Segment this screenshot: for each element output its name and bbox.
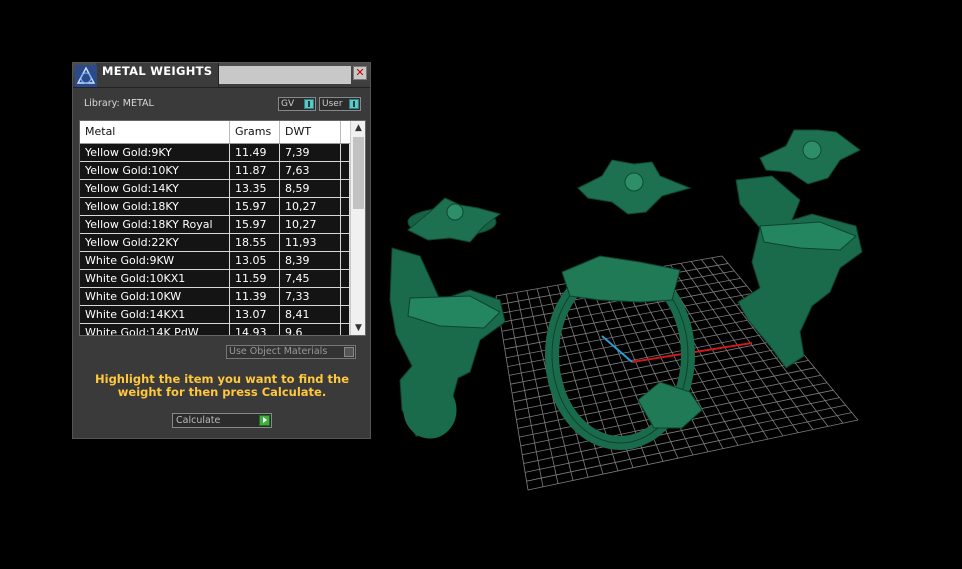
cell-metal: Yellow Gold:22KY — [80, 234, 230, 251]
table-row[interactable]: Yellow Gold:18KY 15.97 10,27 — [80, 198, 350, 216]
title-bar[interactable]: METAL WEIGHTS ✕ — [73, 63, 370, 88]
table-row[interactable]: White Gold:14KX1 13.07 8,41 — [80, 306, 350, 324]
y-axis-line — [601, 335, 633, 363]
toggle-knob-icon — [349, 99, 359, 109]
table-row[interactable]: Yellow Gold:22KY 18.55 11,93 — [80, 234, 350, 252]
cell-dwt: 8,59 — [280, 180, 341, 197]
toggle-knob-icon — [304, 99, 314, 109]
cell-grams: 15.97 — [230, 216, 280, 233]
cell-grams: 11.59 — [230, 270, 280, 287]
cell-metal: White Gold:10KX1 — [80, 270, 230, 287]
cell-spacer — [341, 144, 350, 161]
user-toggle-label: User — [322, 99, 343, 109]
cell-dwt: 7,45 — [280, 270, 341, 287]
table-row[interactable]: White Gold:14K PdW 14.93 9,6 — [80, 324, 350, 335]
cell-dwt: 9,6 — [280, 324, 341, 335]
cell-spacer — [341, 324, 350, 335]
cell-metal: Yellow Gold:14KY — [80, 180, 230, 197]
table-scrollbar[interactable]: ▲ ▼ — [350, 121, 365, 335]
cell-metal: Yellow Gold:18KY Royal — [80, 216, 230, 233]
table-row[interactable]: Yellow Gold:18KY Royal 15.97 10,27 — [80, 216, 350, 234]
table-row[interactable]: Yellow Gold:10KY 11.87 7,63 — [80, 162, 350, 180]
cell-dwt: 7,33 — [280, 288, 341, 305]
cell-grams: 11.87 — [230, 162, 280, 179]
library-label: Library: METAL — [84, 98, 154, 109]
ring-model-left — [389, 247, 506, 439]
cell-spacer — [341, 306, 350, 323]
scroll-down-icon[interactable]: ▼ — [351, 321, 365, 335]
title-bar-fill — [219, 66, 351, 84]
cell-metal: White Gold:9KW — [80, 252, 230, 269]
user-toggle[interactable]: User — [319, 97, 361, 111]
cell-grams: 13.05 — [230, 252, 280, 269]
gv-toggle-label: GV — [281, 99, 295, 109]
column-header-grams[interactable]: Grams — [230, 121, 280, 143]
use-object-materials-toggle[interactable]: Use Object Materials — [226, 345, 356, 359]
cell-grams: 13.35 — [230, 180, 280, 197]
cell-grams: 13.07 — [230, 306, 280, 323]
cell-dwt: 8,39 — [280, 252, 341, 269]
cell-metal: White Gold:14K PdW — [80, 324, 230, 335]
cell-dwt: 10,27 — [280, 216, 341, 233]
table-row[interactable]: Yellow Gold:14KY 13.35 8,59 — [80, 180, 350, 198]
calculate-button[interactable]: Calculate — [172, 413, 272, 428]
cell-spacer — [341, 198, 350, 215]
cell-grams: 11.39 — [230, 288, 280, 305]
cell-metal: White Gold:14KX1 — [80, 306, 230, 323]
cell-spacer — [341, 234, 350, 251]
table-row[interactable]: Yellow Gold:9KY 11.49 7,39 — [80, 144, 350, 162]
cell-spacer — [341, 270, 350, 287]
ring-model-right — [735, 175, 863, 369]
cell-metal: Yellow Gold:9KY — [80, 144, 230, 161]
scroll-up-icon[interactable]: ▲ — [351, 121, 365, 135]
window-title: METAL WEIGHTS — [102, 64, 213, 78]
cell-spacer — [341, 252, 350, 269]
table-body: Yellow Gold:9KY 11.49 7,39 Yellow Gold:10KY… — [80, 144, 350, 335]
cell-grams: 18.55 — [230, 234, 280, 251]
table-row[interactable]: White Gold:9KW 13.05 8,39 — [80, 252, 350, 270]
flower-ornament-center — [577, 159, 692, 215]
table-header: Metal Grams DWT — [80, 121, 350, 144]
gv-toggle[interactable]: GV — [278, 97, 316, 111]
use-object-materials-label: Use Object Materials — [229, 346, 328, 357]
cell-grams: 14.93 — [230, 324, 280, 335]
cell-spacer — [341, 216, 350, 233]
metal-weights-panel: METAL WEIGHTS ✕ Library: METAL GV User M… — [72, 62, 371, 439]
app-logo-icon — [75, 65, 97, 87]
column-header-metal[interactable]: Metal — [80, 121, 230, 143]
cell-dwt: 8,41 — [280, 306, 341, 323]
column-header-dwt[interactable]: DWT — [280, 121, 341, 143]
toggle-knob-icon — [344, 347, 354, 357]
cell-metal: Yellow Gold:18KY — [80, 198, 230, 215]
cell-dwt: 10,27 — [280, 198, 341, 215]
table-row[interactable]: White Gold:10KX1 11.59 7,45 — [80, 270, 350, 288]
cell-grams: 15.97 — [230, 198, 280, 215]
metal-table: Metal Grams DWT Yellow Gold:9KY 11.49 7,39… — [79, 120, 366, 336]
cell-dwt: 7,63 — [280, 162, 341, 179]
cell-metal: Yellow Gold:10KY — [80, 162, 230, 179]
flower-ornament-right — [759, 129, 861, 185]
cell-spacer — [341, 180, 350, 197]
scroll-thumb[interactable] — [353, 137, 364, 209]
instruction-text: Highlight the item you want to find the … — [95, 372, 349, 399]
cell-grams: 11.49 — [230, 144, 280, 161]
cell-dwt: 7,39 — [280, 144, 341, 161]
play-arrow-icon — [259, 415, 270, 426]
table-row[interactable]: White Gold:10KW 11.39 7,33 — [80, 288, 350, 306]
cell-spacer — [341, 162, 350, 179]
cell-spacer — [341, 288, 350, 305]
close-icon[interactable]: ✕ — [353, 66, 367, 80]
flower-ornament-left — [407, 197, 502, 243]
cell-metal: White Gold:10KW — [80, 288, 230, 305]
cell-dwt: 11,93 — [280, 234, 341, 251]
calculate-label: Calculate — [176, 415, 221, 426]
